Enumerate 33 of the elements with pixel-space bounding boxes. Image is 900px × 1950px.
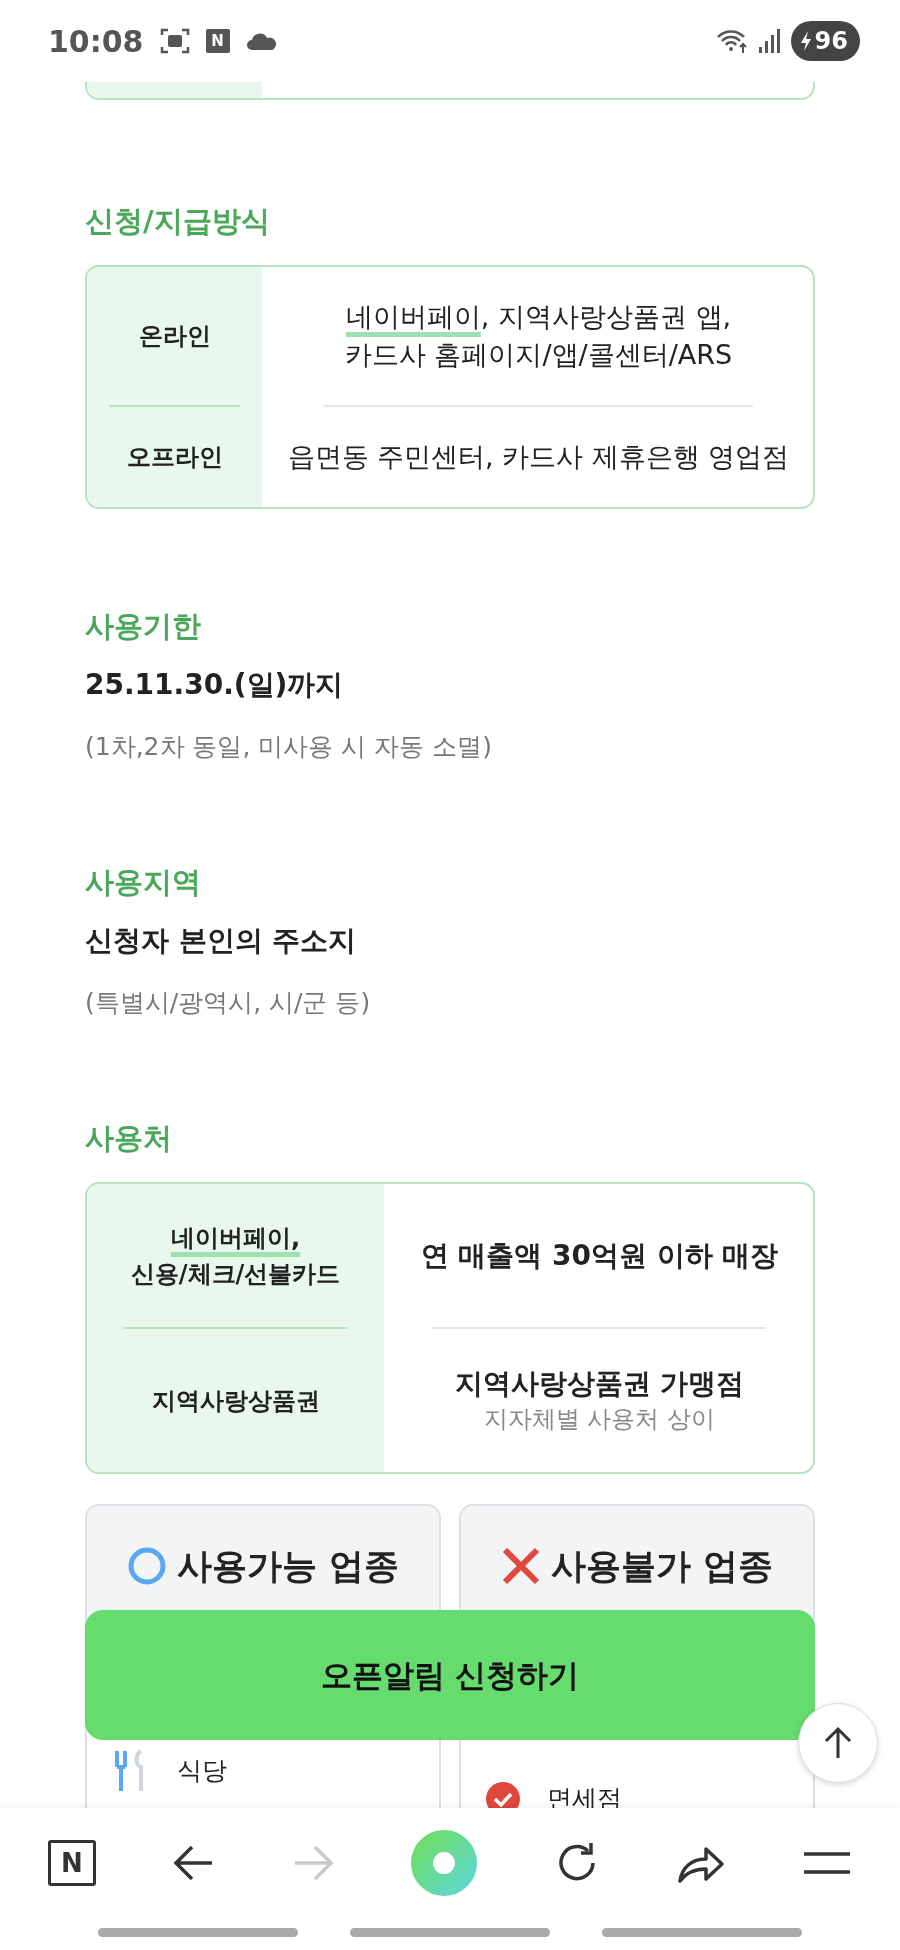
cross-icon [500, 1546, 541, 1587]
home-logo-button[interactable]: N [47, 1840, 96, 1886]
row-value: 연 매출액 30억원 이하 매장 [420, 1238, 779, 1275]
category-title: 사용가능 업종 [176, 1544, 400, 1588]
battery-indicator: 96 [790, 21, 860, 61]
notify-button[interactable]: 오픈알림 신청하기 [85, 1610, 815, 1740]
row-label: 지역사랑상품권 [151, 1385, 320, 1417]
info-note: (1차,2차 동일, 미사용 시 자동 소멸) [85, 730, 493, 763]
row-subtext: 지자체별 사용처 상이 [483, 1404, 716, 1436]
row-value: 지역사랑상품권 가맹점 [454, 1366, 745, 1403]
section-heading: 사용처 [85, 1121, 173, 1157]
row-label: 온라인 [138, 320, 211, 352]
category-item: 식당 [177, 1755, 227, 1788]
signal-icon [756, 27, 783, 55]
info-value: 신청자 본인의 주소지 [85, 922, 358, 959]
app-notification-icon: N [205, 29, 230, 53]
row-value: 네이버페이, 지역사랑상품권 앱, 카드사 홈페이지/앱/콜센터/ARS [344, 300, 733, 372]
section-heading: 신청/지급방식 [85, 204, 271, 239]
section-heading: 사용지역 [85, 865, 202, 900]
row-label: 네이버페이, 신용/체크/선불카드 [130, 1222, 341, 1290]
screenshot-icon [159, 27, 190, 55]
section-heading: 사용기한 [85, 608, 202, 644]
time-text: 10:08 [48, 22, 144, 61]
category-title: 사용불가 업종 [550, 1544, 774, 1588]
scroll-top-button[interactable] [798, 1703, 878, 1783]
row-label: 오프라인 [126, 441, 223, 473]
circle-icon [126, 1546, 167, 1587]
wifi-icon [714, 27, 749, 55]
cloud-icon [245, 31, 278, 51]
row-value: 읍면동 주민센터, 카드사 제휴은행 영업점 [287, 439, 790, 474]
info-value: 25.11.30.(일)까지 [85, 666, 345, 703]
info-note: (특별시/광역시, 시/군 등) [85, 986, 372, 1019]
up-arrow-icon [823, 1726, 853, 1760]
